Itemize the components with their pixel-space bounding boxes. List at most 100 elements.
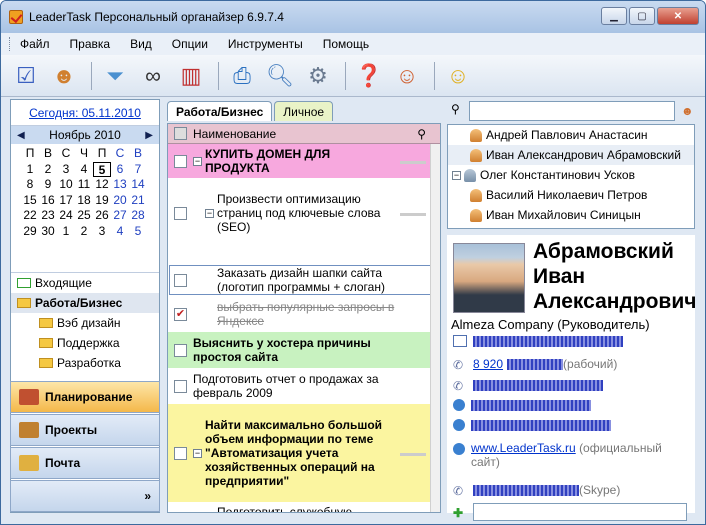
collapse-icon[interactable]: − bbox=[452, 170, 461, 180]
menu-view[interactable]: Вид bbox=[130, 37, 152, 51]
calendar-day[interactable]: 17 bbox=[57, 193, 75, 209]
calendar-day[interactable]: 24 bbox=[57, 208, 75, 224]
add-task-icon[interactable]: ☑ bbox=[9, 59, 43, 93]
calendar-day[interactable]: 2 bbox=[75, 224, 93, 240]
calendar-day[interactable]: 7 bbox=[129, 162, 147, 178]
calendar-day[interactable]: 14 bbox=[129, 177, 147, 193]
calendar-day[interactable]: 10 bbox=[57, 177, 75, 193]
calendar-day[interactable]: 18 bbox=[75, 193, 93, 209]
task-checkbox[interactable] bbox=[174, 273, 187, 287]
phone-prefix[interactable]: 8 920 bbox=[473, 357, 503, 371]
calendar-day[interactable]: 25 bbox=[75, 208, 93, 224]
tree-item[interactable]: Работа/Бизнес bbox=[11, 293, 159, 313]
next-month-button[interactable]: ▶ bbox=[145, 130, 153, 141]
select-all-checkbox[interactable] bbox=[174, 127, 187, 140]
calendar-day[interactable]: 30 bbox=[39, 224, 57, 240]
calendar-day[interactable]: 9 bbox=[39, 177, 57, 193]
task-row[interactable]: − Найти максимально большой объем информа… bbox=[168, 404, 432, 502]
calendar-day[interactable]: 3 bbox=[57, 162, 75, 178]
user-icon[interactable]: ☻ bbox=[47, 59, 81, 93]
web-value[interactable] bbox=[471, 399, 591, 411]
calendar-day[interactable]: 13 bbox=[111, 177, 129, 193]
help-icon[interactable]: ❓ bbox=[352, 59, 386, 93]
calendar-day[interactable]: 8 bbox=[21, 177, 39, 193]
calendar-day[interactable]: 4 bbox=[111, 224, 129, 240]
calendar-day[interactable]: 27 bbox=[111, 208, 129, 224]
collapse-icon[interactable]: − bbox=[205, 208, 214, 218]
task-checkbox[interactable] bbox=[174, 379, 187, 393]
task-checkbox[interactable] bbox=[174, 513, 187, 514]
task-row[interactable]: ✔ выбрать популярные запросы в Яндексе bbox=[168, 296, 432, 332]
maximize-button[interactable]: ▢ bbox=[629, 7, 655, 25]
print-icon[interactable]: ⎙ bbox=[225, 59, 259, 93]
nav-planning[interactable]: Планирование bbox=[10, 381, 160, 413]
task-checkbox[interactable]: ✔ bbox=[174, 307, 187, 321]
calendar-day[interactable]: 5 bbox=[129, 224, 147, 240]
task-checkbox[interactable] bbox=[174, 154, 187, 168]
tab-personal[interactable]: Личное bbox=[274, 101, 334, 121]
calendar-day[interactable]: 12 bbox=[93, 177, 111, 193]
task-row[interactable]: − Произвести оптимизацию страниц под ключ… bbox=[168, 178, 432, 248]
notes-icon[interactable]: ☺ bbox=[441, 59, 475, 93]
tab-work[interactable]: Работа/Бизнес bbox=[167, 101, 273, 121]
preview-icon[interactable]: 🔍︎ bbox=[263, 59, 297, 93]
calendar-day[interactable]: 1 bbox=[57, 224, 75, 240]
calendar-day[interactable]: 6 bbox=[111, 162, 129, 178]
users-icon[interactable]: ☺ bbox=[390, 59, 424, 93]
add-icon[interactable]: ✚ bbox=[453, 506, 467, 520]
calendar-day[interactable]: 11 bbox=[75, 177, 93, 193]
header-name[interactable]: Наименование bbox=[193, 127, 276, 141]
calendar-day[interactable]: 16 bbox=[39, 193, 57, 209]
menu-help[interactable]: Помощь bbox=[323, 37, 369, 51]
add-field-input[interactable] bbox=[473, 503, 687, 521]
calendar-day[interactable]: 29 bbox=[21, 224, 39, 240]
nav-mail[interactable]: Почта bbox=[10, 447, 160, 479]
chart-icon[interactable]: ▥ bbox=[174, 59, 208, 93]
calendar-day[interactable]: 28 bbox=[129, 208, 147, 224]
collapse-icon[interactable]: − bbox=[193, 448, 202, 458]
menu-file[interactable]: Файл bbox=[20, 37, 50, 51]
task-row[interactable]: Подготовить служебную записку в отдел пр… bbox=[168, 502, 432, 514]
task-scrollbar[interactable] bbox=[430, 144, 440, 512]
nav-projects[interactable]: Проекты bbox=[10, 414, 160, 446]
collapse-icon[interactable]: − bbox=[193, 156, 202, 166]
contact-search-input[interactable] bbox=[469, 101, 675, 121]
menu-options[interactable]: Опции bbox=[172, 37, 208, 51]
phone2-value[interactable] bbox=[473, 379, 603, 391]
task-row[interactable]: Подготовить отчет о продажах за февраль … bbox=[168, 368, 432, 404]
prev-month-button[interactable]: ◀ bbox=[17, 130, 25, 141]
email-value[interactable] bbox=[473, 335, 623, 347]
task-row[interactable]: Заказать дизайн шапки сайта (логотип про… bbox=[168, 264, 432, 296]
calendar-day[interactable]: 1 bbox=[21, 162, 39, 178]
im-value[interactable] bbox=[471, 419, 611, 431]
contact-item[interactable]: Иван Александрович Абрамовский bbox=[448, 145, 694, 165]
calendar-day[interactable]: 23 bbox=[39, 208, 57, 224]
tree-item[interactable]: Разработка bbox=[11, 353, 159, 373]
task-row[interactable]: − КУПИТЬ ДОМЕН ДЛЯ ПРОДУКТА bbox=[168, 144, 432, 178]
calendar-day[interactable]: 19 bbox=[93, 193, 111, 209]
task-checkbox[interactable] bbox=[174, 446, 187, 460]
tree-item[interactable]: Вэб дизайн bbox=[11, 313, 159, 333]
contact-item[interactable]: Иван Михайлович Синицын bbox=[448, 205, 694, 225]
calendar-day[interactable]: 26 bbox=[93, 208, 111, 224]
menu-tools[interactable]: Инструменты bbox=[228, 37, 303, 51]
binoculars-icon[interactable]: ∞ bbox=[136, 59, 170, 93]
nav-more-button[interactable]: » bbox=[10, 480, 160, 512]
contact-item[interactable]: Василий Николаевич Петров bbox=[448, 185, 694, 205]
minimize-button[interactable]: ▁ bbox=[601, 7, 627, 25]
today-link[interactable]: Сегодня: 05.11.2010 bbox=[29, 106, 141, 120]
contact-item[interactable]: − Олег Константинович Усков bbox=[448, 165, 694, 185]
calendar-day[interactable]: 2 bbox=[39, 162, 57, 178]
task-checkbox[interactable] bbox=[174, 343, 187, 357]
menu-edit[interactable]: Правка bbox=[70, 37, 111, 51]
skype-value[interactable] bbox=[473, 484, 579, 496]
close-button[interactable]: ✕ bbox=[657, 7, 699, 25]
calendar-day[interactable]: 21 bbox=[129, 193, 147, 209]
search-icon[interactable]: ⚲ bbox=[417, 127, 426, 141]
settings-icon[interactable]: ⚙ bbox=[301, 59, 335, 93]
tree-item[interactable]: Поддержка bbox=[11, 333, 159, 353]
calendar-day[interactable]: 20 bbox=[111, 193, 129, 209]
task-checkbox[interactable] bbox=[174, 206, 187, 220]
contact-item[interactable]: Андрей Павлович Анастасин bbox=[448, 125, 694, 145]
calendar-day[interactable]: 3 bbox=[93, 224, 111, 240]
